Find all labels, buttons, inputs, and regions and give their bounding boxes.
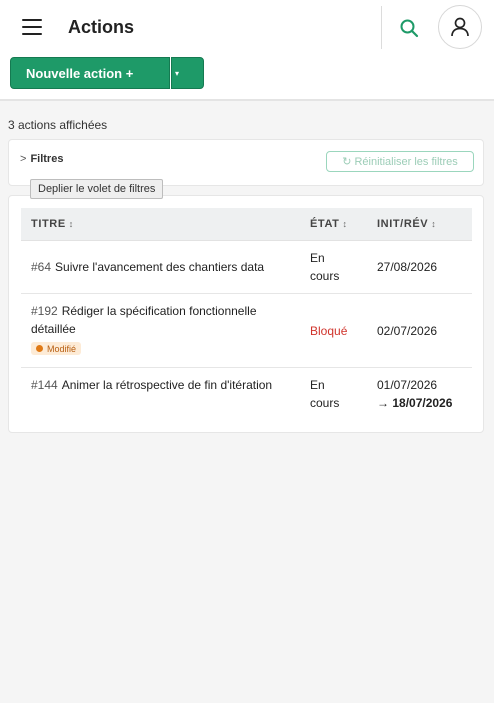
- sort-icon: ↕: [342, 219, 348, 229]
- action-title: Animer la rétrospective de fin d'itérati…: [61, 378, 273, 392]
- refresh-icon: ↻: [342, 156, 352, 168]
- action-title: Suivre l'avancement des chantiers data: [55, 260, 265, 274]
- state-cell: En cours: [310, 249, 360, 285]
- table-row[interactable]: #192 Rédiger la spécification fonctionnel…: [21, 294, 472, 368]
- reset-filters-label: Réinitialiser les filtres: [354, 155, 458, 168]
- top-app-bar: Actions Nouvelle action + ▾: [0, 0, 494, 101]
- date-init: 01/07/2026: [377, 378, 438, 392]
- page-title: Actions: [68, 17, 135, 37]
- state-text-line1: En: [310, 251, 325, 265]
- date-cell: 27/08/2026: [377, 260, 438, 274]
- new-action-dropdown-toggle[interactable]: ▾: [171, 57, 204, 89]
- status-dot-icon: [36, 345, 43, 352]
- reset-filters-button[interactable]: ↻ Réinitialiser les filtres: [326, 151, 474, 172]
- state-text-line2: cours: [310, 396, 340, 410]
- new-action-split-button: Nouvelle action + ▾: [10, 57, 204, 89]
- filters-tooltip: Deplier le volet de filtres: [30, 179, 164, 199]
- column-header-dates-label: INIT/RÉV: [377, 218, 429, 230]
- search-icon[interactable]: [397, 16, 421, 40]
- sort-icon: ↕: [68, 219, 74, 229]
- user-icon: [451, 17, 469, 37]
- modified-badge: Modifié: [31, 342, 82, 355]
- results-count: 3 actions affichées: [8, 118, 108, 132]
- new-action-button[interactable]: Nouvelle action +: [10, 57, 170, 89]
- hamburger-menu-icon[interactable]: [22, 19, 42, 35]
- action-ref: #144: [31, 378, 58, 392]
- column-header-dates[interactable]: INIT/RÉV ↕: [377, 218, 436, 230]
- user-account-button[interactable]: [438, 5, 482, 49]
- column-header-title-label: TITRE: [31, 218, 66, 230]
- state-cell: En cours: [310, 376, 360, 412]
- arrow-right-icon: →: [377, 396, 389, 410]
- header-divider: [381, 6, 382, 49]
- state-text-line2: cours: [310, 269, 340, 283]
- action-title-cell[interactable]: #144 Animer la rétrospective de fin d'ité…: [31, 376, 293, 394]
- actions-table-card: TITRE ↕ ÉTAT ↕ INIT/RÉV ↕ #64 Suivre l'avanc…: [8, 195, 484, 433]
- date-cell: 02/07/2026: [377, 324, 438, 338]
- column-header-state-label: ÉTAT: [310, 218, 340, 230]
- sort-icon: ↕: [431, 219, 437, 229]
- action-ref: #192: [31, 304, 58, 318]
- filters-toggle[interactable]: > Filtres: [20, 153, 63, 165]
- badge-label: Modifié: [47, 343, 77, 354]
- table-row[interactable]: #64 Suivre l'avancement des chantiers dat…: [21, 241, 472, 294]
- action-title-cell[interactable]: #64 Suivre l'avancement des chantiers dat…: [31, 258, 293, 276]
- table-header: TITRE ↕ ÉTAT ↕ INIT/RÉV ↕: [21, 208, 472, 241]
- action-title: Rédiger la spécification fonctionnelle d…: [31, 304, 257, 336]
- chevron-right-icon: >: [20, 153, 27, 165]
- column-header-title[interactable]: TITRE ↕: [31, 218, 74, 230]
- state-cell: Bloqué: [310, 324, 348, 338]
- state-text-line1: En: [310, 378, 325, 392]
- table-row[interactable]: #144 Animer la rétrospective de fin d'ité…: [21, 368, 472, 432]
- date-revised: 18/07/2026: [392, 396, 453, 410]
- column-header-state[interactable]: ÉTAT ↕: [310, 218, 348, 230]
- action-title-cell[interactable]: #192 Rédiger la spécification fonctionnel…: [31, 302, 293, 357]
- action-ref: #64: [31, 260, 52, 274]
- date-cell: 01/07/2026 → 18/07/2026: [377, 376, 477, 412]
- filters-toggle-label: Filtres: [30, 153, 64, 165]
